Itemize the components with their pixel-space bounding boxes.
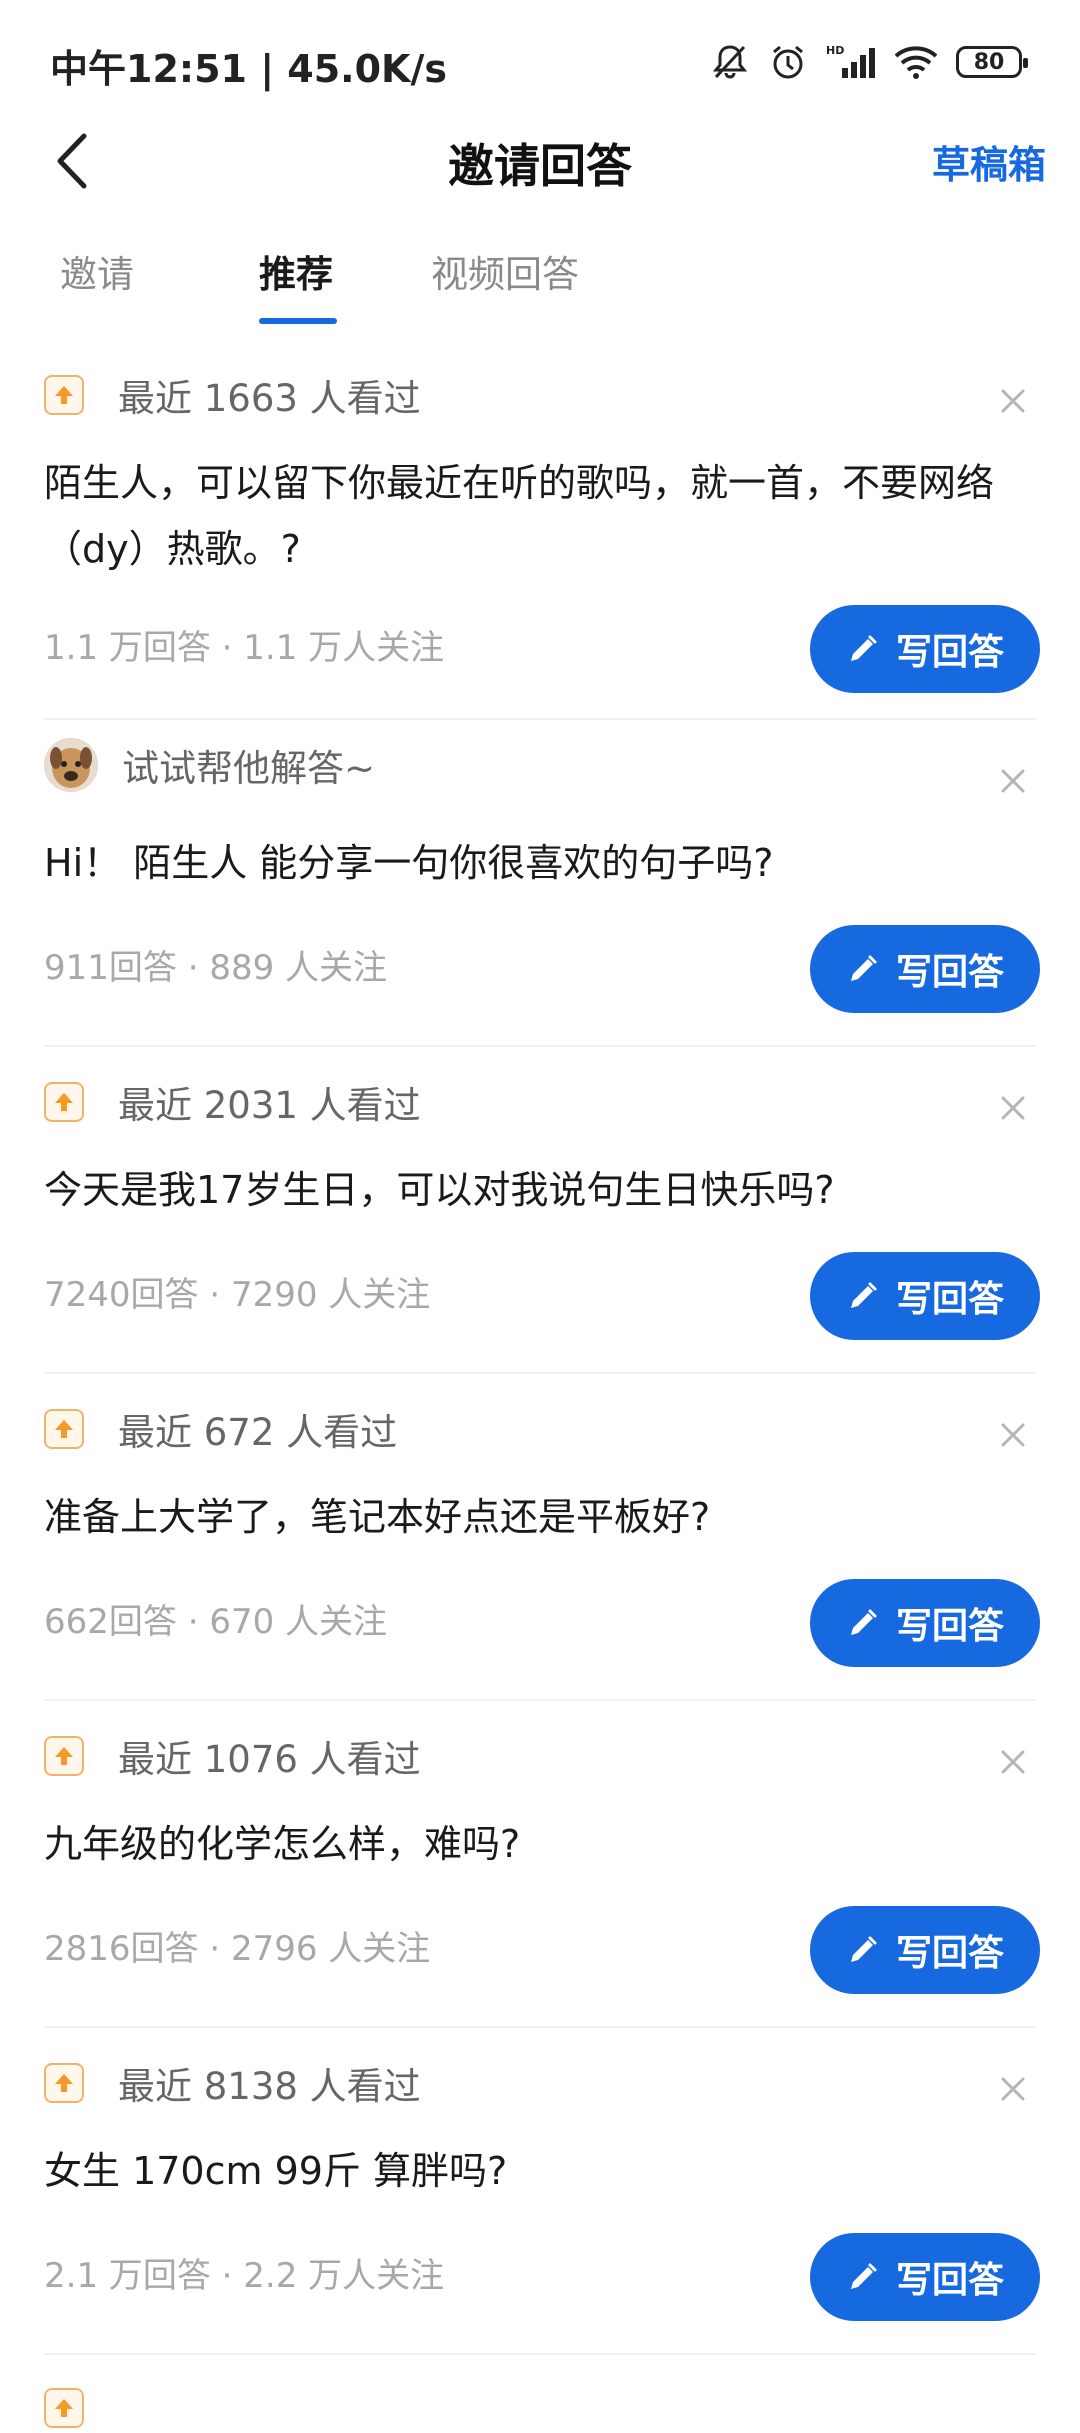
card-meta: 最近 1663 人看过 [44,370,421,420]
question-card[interactable]: 最近 8138 人看过 女生 170cm 99斤 算胖吗? 2.1 万回答 · … [0,2028,1080,2355]
write-answer-button[interactable]: 写回答 [810,1906,1040,1994]
close-icon[interactable] [996,2072,1030,2106]
write-answer-button[interactable]: 写回答 [810,1252,1040,1340]
trending-up-icon [44,2063,84,2103]
write-answer-label: 写回答 [895,952,1004,993]
bell-muted-icon [710,42,750,82]
tab-video-answer[interactable]: 视频回答 [431,244,579,298]
question-title[interactable]: 陌生人，可以留下你最近在听的歌吗，就一首，不要网络（dy）热歌。? [44,450,1036,582]
alarm-icon [768,42,808,82]
question-card-partial[interactable] [0,2355,1080,2428]
question-stats: 7240回答 · 7290 人关注 [44,1275,431,1315]
view-count-text: 最近 1663 人看过 [118,377,421,420]
question-card[interactable]: 最近 1076 人看过 九年级的化学怎么样，难吗? 2816回答 · 2796 … [0,1701,1080,2028]
active-tab-indicator [259,318,337,324]
question-title[interactable]: 女生 170cm 99斤 算胖吗? [44,2138,1036,2204]
question-card[interactable]: 试试帮他解答~ Hi！ 陌生人 能分享一句你很喜欢的句子吗? 911回答 · 8… [0,720,1080,1047]
write-answer-button[interactable]: 写回答 [810,925,1040,1013]
question-title[interactable]: Hi！ 陌生人 能分享一句你很喜欢的句子吗? [44,830,1036,896]
card-meta [44,2383,84,2433]
question-title[interactable]: 今天是我17岁生日，可以对我说句生日快乐吗? [44,1157,1036,1223]
wifi-icon [894,42,938,82]
close-icon[interactable] [996,384,1030,418]
question-stats: 1.1 万回答 · 1.1 万人关注 [44,628,445,668]
view-count-text: 最近 1076 人看过 [118,1738,421,1781]
question-card[interactable]: 最近 2031 人看过 今天是我17岁生日，可以对我说句生日快乐吗? 7240回… [0,1047,1080,1374]
trending-up-icon [44,1082,84,1122]
pencil-icon [846,1279,880,1313]
status-icons: HD 80 [710,40,1028,84]
card-meta: 最近 1076 人看过 [44,1731,421,1781]
question-title[interactable]: 九年级的化学怎么样，难吗? [44,1811,1036,1877]
status-bar: 中午12:51 | 45.0K/s HD 80 [0,0,1080,120]
trending-up-icon [44,1409,84,1449]
question-stats: 662回答 · 670 人关注 [44,1602,388,1642]
pencil-icon [846,1606,880,1640]
close-icon[interactable] [996,1091,1030,1125]
view-count-text: 最近 8138 人看过 [118,2065,421,2108]
write-answer-label: 写回答 [895,1279,1004,1320]
write-answer-label: 写回答 [895,632,1004,673]
status-time-speed: 中午12:51 | 45.0K/s [50,47,447,91]
question-card[interactable]: 最近 672 人看过 准备上大学了，笔记本好点还是平板好? 662回答 · 67… [0,1374,1080,1701]
hint-text: 试试帮他解答~ [122,747,376,790]
write-answer-label: 写回答 [895,1606,1004,1647]
card-meta: 最近 2031 人看过 [44,1077,421,1127]
close-icon[interactable] [996,1745,1030,1779]
card-meta: 最近 672 人看过 [44,1404,397,1454]
close-icon[interactable] [996,1418,1030,1452]
write-answer-button[interactable]: 写回答 [810,605,1040,693]
hd-signal-icon: HD [826,42,876,82]
write-answer-button[interactable]: 写回答 [810,1579,1040,1667]
battery-icon: 80 [956,46,1028,78]
view-count-text: 最近 672 人看过 [118,1411,398,1454]
close-icon[interactable] [996,764,1030,798]
question-card[interactable]: 最近 1663 人看过 陌生人，可以留下你最近在听的歌吗，就一首，不要网络（dy… [0,340,1080,720]
card-meta: 试试帮他解答~ [44,738,376,792]
question-feed: 最近 1663 人看过 陌生人，可以留下你最近在听的歌吗，就一首，不要网络（dy… [0,340,1080,2428]
pencil-icon [846,632,880,666]
tab-recommend[interactable]: 推荐 [259,244,333,298]
write-answer-button[interactable]: 写回答 [810,2233,1040,2321]
tab-bar: 邀请 推荐 视频回答 [0,230,1080,330]
pencil-icon [846,952,880,986]
question-stats: 911回答 · 889 人关注 [44,948,388,988]
write-answer-label: 写回答 [895,1933,1004,1974]
pencil-icon [846,1933,880,1967]
svg-text:HD: HD [826,44,844,57]
avatar [44,738,98,792]
pencil-icon [846,2260,880,2294]
trending-up-icon [44,2388,84,2428]
card-meta: 最近 8138 人看过 [44,2058,421,2108]
trending-up-icon [44,375,84,415]
tab-invite[interactable]: 邀请 [60,244,134,298]
page-title: 邀请回答 [448,139,632,193]
trending-up-icon [44,1736,84,1776]
question-stats: 2816回答 · 2796 人关注 [44,1929,431,1969]
question-stats: 2.1 万回答 · 2.2 万人关注 [44,2256,445,2296]
view-count-text: 最近 2031 人看过 [118,1084,421,1127]
question-title[interactable]: 准备上大学了，笔记本好点还是平板好? [44,1484,1036,1550]
write-answer-label: 写回答 [895,2260,1004,2301]
drafts-button[interactable]: 草稿箱 [932,134,1046,189]
